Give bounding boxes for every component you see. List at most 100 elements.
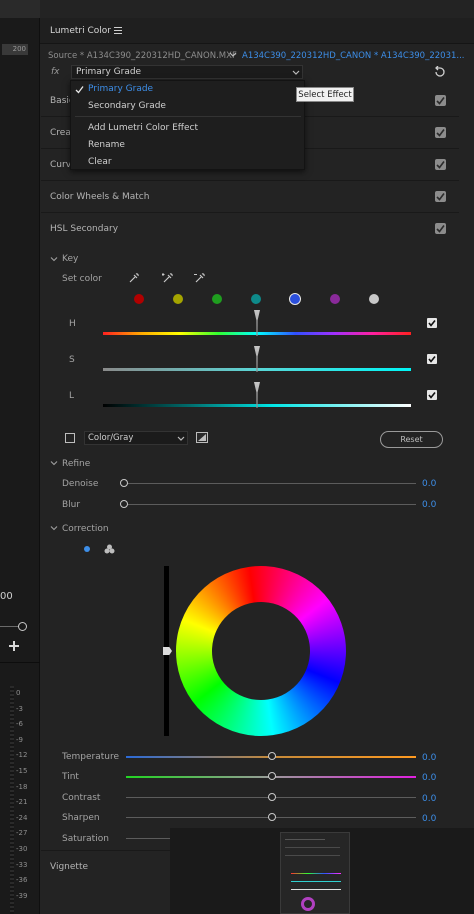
meter-scale-label: -18 bbox=[16, 782, 28, 791]
color-swatch[interactable] bbox=[369, 294, 379, 304]
contrast-value[interactable]: 0.0 bbox=[422, 794, 436, 804]
single-wheel-mode-icon[interactable] bbox=[84, 546, 90, 552]
chevron-down-icon[interactable] bbox=[50, 524, 58, 535]
menu-item-primary-grade[interactable]: Primary Grade bbox=[88, 84, 153, 94]
thumbnail-image bbox=[280, 832, 350, 914]
temperature-value[interactable]: 0.0 bbox=[422, 753, 436, 763]
sharpen-value[interactable]: 0.0 bbox=[422, 814, 436, 824]
section-curves-checkbox[interactable] bbox=[435, 159, 446, 170]
chevron-down-icon[interactable] bbox=[50, 255, 58, 266]
zoom-slider-thumb[interactable] bbox=[18, 622, 27, 631]
eyedropper-subtract-icon[interactable] bbox=[194, 272, 206, 287]
section-color-wheels-label: Color Wheels & Match bbox=[50, 192, 150, 202]
chevron-down-icon[interactable] bbox=[50, 459, 58, 470]
tint-value[interactable]: 0.0 bbox=[422, 773, 436, 783]
meter-scale-label: -30 bbox=[16, 845, 28, 853]
denoise-slider-thumb[interactable] bbox=[120, 479, 128, 487]
denoise-slider-track[interactable] bbox=[124, 483, 416, 484]
saturation-checkbox[interactable] bbox=[427, 354, 437, 364]
sharpen-slider-thumb[interactable] bbox=[268, 813, 276, 821]
blur-slider-track[interactable] bbox=[124, 504, 416, 505]
source-row: Source * A134C390_220312HD_CANON.MXF A13… bbox=[41, 48, 474, 64]
menu-item-clear[interactable]: Clear bbox=[88, 157, 112, 167]
effect-dropdown-menu: Primary Grade Secondary Grade Add Lumetr… bbox=[70, 80, 305, 170]
tooltip: Select Effect bbox=[296, 87, 354, 102]
effect-select[interactable]: Primary Grade bbox=[71, 65, 303, 79]
chevron-down-icon bbox=[292, 68, 300, 79]
color-swatch[interactable] bbox=[212, 294, 222, 304]
luma-checkbox[interactable] bbox=[427, 390, 437, 400]
divider bbox=[0, 662, 40, 663]
ruler-value: 200 bbox=[2, 44, 28, 55]
meter-scale-label: -6 bbox=[16, 720, 23, 729]
eyedropper-icon[interactable] bbox=[128, 272, 140, 287]
saturation-slider-track[interactable] bbox=[126, 838, 176, 839]
checkmark-icon bbox=[75, 85, 84, 97]
sharpen-label: Sharpen bbox=[62, 813, 100, 823]
contrast-slider-thumb[interactable] bbox=[268, 793, 276, 801]
tint-slider-thumb[interactable] bbox=[268, 772, 276, 780]
menu-item-secondary-grade[interactable]: Secondary Grade bbox=[88, 101, 166, 111]
contrast-label: Contrast bbox=[62, 793, 101, 803]
invert-mask-icon[interactable] bbox=[196, 432, 208, 443]
blur-label: Blur bbox=[62, 500, 81, 510]
panel-title[interactable]: Lumetri Color bbox=[50, 26, 111, 36]
effect-select-value: Primary Grade bbox=[76, 67, 142, 77]
mask-mode-select[interactable]: Color/Gray bbox=[84, 431, 188, 445]
section-color-wheels[interactable]: Color Wheels & Match bbox=[41, 182, 459, 213]
three-wheel-mode-icon[interactable] bbox=[104, 544, 115, 557]
hue-label: H bbox=[69, 319, 76, 329]
reset-effect-icon[interactable] bbox=[434, 65, 446, 81]
refine-title[interactable]: Refine bbox=[62, 459, 90, 469]
show-mask-checkbox[interactable] bbox=[65, 433, 75, 443]
key-title[interactable]: Key bbox=[62, 254, 78, 264]
panel-header: Lumetri Color bbox=[40, 18, 474, 44]
menu-item-rename[interactable]: Rename bbox=[88, 140, 125, 150]
blur-value[interactable]: 0.0 bbox=[422, 500, 436, 510]
color-swatch[interactable] bbox=[134, 294, 144, 304]
temperature-slider-thumb[interactable] bbox=[268, 752, 276, 760]
section-vignette-label: Vignette bbox=[50, 862, 89, 872]
eyedropper-add-icon[interactable] bbox=[161, 272, 174, 287]
section-vignette[interactable]: Vignette bbox=[41, 851, 171, 881]
color-wheel-center bbox=[205, 595, 317, 707]
meter-scale-label: -27 bbox=[16, 829, 28, 838]
reset-button[interactable]: Reset bbox=[380, 431, 443, 448]
color-swatch[interactable] bbox=[330, 294, 340, 304]
hue-checkbox[interactable] bbox=[427, 318, 437, 328]
tint-label: Tint bbox=[62, 772, 79, 782]
section-hsl-checkbox[interactable] bbox=[435, 223, 446, 234]
denoise-label: Denoise bbox=[62, 479, 99, 489]
target-clip-label[interactable]: A134C390_220312HD_CANON * A134C390_22031… bbox=[242, 51, 465, 61]
timecode-fragment: 00 bbox=[0, 591, 13, 602]
saturation-label: Saturation bbox=[62, 834, 109, 844]
meter-scale-label: -12 bbox=[16, 751, 28, 760]
correction-title[interactable]: Correction bbox=[62, 524, 109, 534]
meter-scale-label: -15 bbox=[16, 767, 28, 775]
denoise-value[interactable]: 0.0 bbox=[422, 479, 436, 489]
left-panel: 200 00 0 -3 -6 -9 -12 -15 -18 -21 -24 -27 -30 -33 -3… bbox=[0, 0, 40, 914]
left-panel-top bbox=[0, 0, 40, 18]
color-swatch[interactable] bbox=[289, 293, 301, 305]
menu-item-add-effect[interactable]: Add Lumetri Color Effect bbox=[88, 123, 198, 133]
section-basic-checkbox[interactable] bbox=[435, 95, 446, 106]
source-label[interactable]: Source * A134C390_220312HD_CANON.MXF bbox=[48, 51, 237, 61]
section-hsl-secondary[interactable]: HSL Secondary bbox=[41, 214, 459, 245]
meter-scale-label: -33 bbox=[16, 860, 28, 869]
meter-scale-label: -9 bbox=[16, 735, 23, 744]
color-swatch[interactable] bbox=[173, 294, 183, 304]
temperature-label: Temperature bbox=[62, 752, 120, 762]
panel-menu-icon[interactable] bbox=[114, 27, 122, 34]
color-swatch[interactable] bbox=[251, 294, 261, 304]
blur-slider-thumb[interactable] bbox=[120, 500, 128, 508]
plus-icon[interactable] bbox=[8, 640, 20, 652]
chevron-down-icon[interactable] bbox=[229, 50, 237, 61]
meter-scale-label: -24 bbox=[16, 813, 28, 822]
screenshot-thumbnail bbox=[170, 828, 474, 914]
section-color-wheels-checkbox[interactable] bbox=[435, 191, 446, 202]
meter-scale-label: -36 bbox=[16, 876, 28, 885]
reset-button-label: Reset bbox=[400, 435, 423, 444]
set-color-label: Set color bbox=[62, 274, 102, 284]
meter-scale-label: -39 bbox=[16, 891, 28, 900]
section-creative-checkbox[interactable] bbox=[435, 127, 446, 138]
